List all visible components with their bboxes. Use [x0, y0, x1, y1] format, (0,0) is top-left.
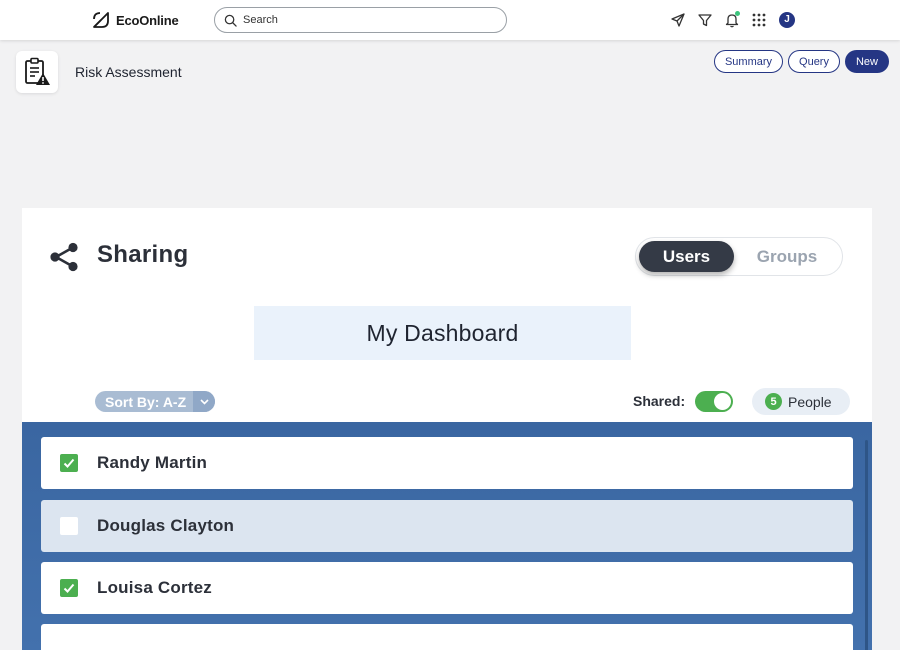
user-name: Randy Martin [97, 453, 208, 472]
user-name: Louisa Cortez [97, 578, 213, 597]
top-bar: EcoOnline J [0, 0, 900, 40]
logo-text: EcoOnline [116, 12, 179, 28]
ecoonline-logo[interactable]: EcoOnline [91, 10, 179, 30]
clipboard-warning-icon [25, 57, 50, 85]
sort-dropdown[interactable]: Sort By: A-Z [95, 391, 215, 412]
checkbox-unchecked[interactable] [60, 517, 78, 535]
new-button[interactable]: New [844, 50, 889, 73]
tab-users[interactable]: Users [639, 241, 734, 272]
users-groups-toggle: Users Groups [635, 237, 843, 276]
search-box[interactable] [214, 7, 507, 33]
people-label: People [788, 393, 832, 410]
tab-groups[interactable]: Groups [736, 241, 838, 272]
top-icon-group: J [669, 11, 795, 28]
shared-toggle[interactable] [695, 391, 733, 412]
sharing-title: Sharing [97, 241, 189, 268]
search-icon [224, 14, 237, 27]
check-icon [63, 458, 75, 468]
query-button[interactable]: Query [788, 50, 840, 73]
list-item[interactable]: Randy Martin [41, 437, 853, 489]
check-icon [63, 583, 75, 593]
page-icon-container [16, 51, 58, 93]
rocket-icon[interactable] [669, 11, 686, 28]
bell-icon[interactable] [723, 11, 740, 28]
checkbox-checked[interactable] [60, 454, 78, 472]
share-icon [50, 242, 78, 272]
list-scrollbar[interactable] [865, 440, 868, 650]
user-avatar[interactable]: J [779, 11, 795, 28]
dashboard-name: My Dashboard [254, 306, 631, 360]
sharing-card: Sharing Users Groups My Dashboard Sort B… [22, 208, 872, 650]
list-item[interactable]: Louisa Cortez [41, 562, 853, 614]
shared-label: Shared: [633, 393, 686, 409]
summary-button[interactable]: Summary [713, 50, 784, 73]
sort-label: Sort By: A-Z [105, 393, 187, 410]
list-item[interactable]: Douglas Clayton [41, 500, 853, 552]
apps-grid-icon[interactable] [750, 11, 767, 28]
list-item-partial[interactable] [41, 624, 853, 650]
notification-dot [735, 11, 740, 16]
people-badge[interactable]: 5 People [752, 388, 850, 415]
search-input[interactable] [243, 14, 483, 26]
toggle-knob [714, 393, 731, 410]
chevron-down-icon [193, 391, 215, 412]
header-actions: Summary Query New [713, 50, 889, 73]
leaf-logo-icon [93, 12, 109, 28]
people-count: 5 [765, 393, 782, 410]
filter-icon[interactable] [696, 11, 713, 28]
checkbox-checked[interactable] [60, 579, 78, 597]
user-list: Randy Martin Douglas Clayton Louisa Cort… [22, 422, 872, 650]
user-name: Douglas Clayton [97, 516, 235, 535]
page-title: Risk Assessment [75, 64, 182, 80]
